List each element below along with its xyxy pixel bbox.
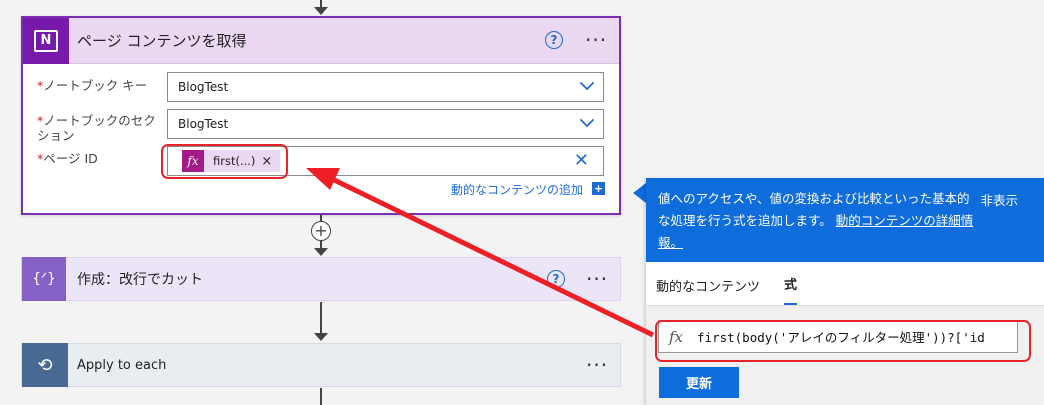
annotation-arrowhead: [306, 168, 340, 190]
annotation-arrow-shaft: [326, 174, 655, 338]
annotation-arrow: [306, 168, 655, 338]
